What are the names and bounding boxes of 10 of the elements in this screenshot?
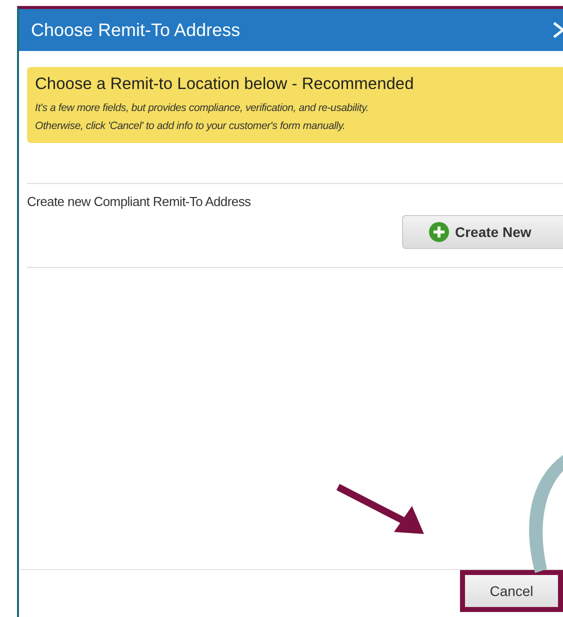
notice-text: Otherwise, click 'Cancel' to add info to your customer's form manually. (35, 119, 346, 134)
arrow-icon (334, 482, 426, 536)
cancel-button[interactable]: Cancel (460, 570, 563, 612)
notice-text: It's a few more fields, but provides compliance, verification, and re-usability. (35, 101, 370, 116)
close-icon[interactable] (553, 21, 563, 39)
section-label: Create new Compliant Remit-To Address (27, 194, 252, 209)
create-new-button[interactable]: Create New (402, 215, 563, 249)
dialog-title: Choose Remit-To Address (31, 20, 240, 40)
plus-icon (429, 222, 449, 242)
notice-heading: Choose a Remit-to Location below - Recommended (35, 75, 415, 94)
